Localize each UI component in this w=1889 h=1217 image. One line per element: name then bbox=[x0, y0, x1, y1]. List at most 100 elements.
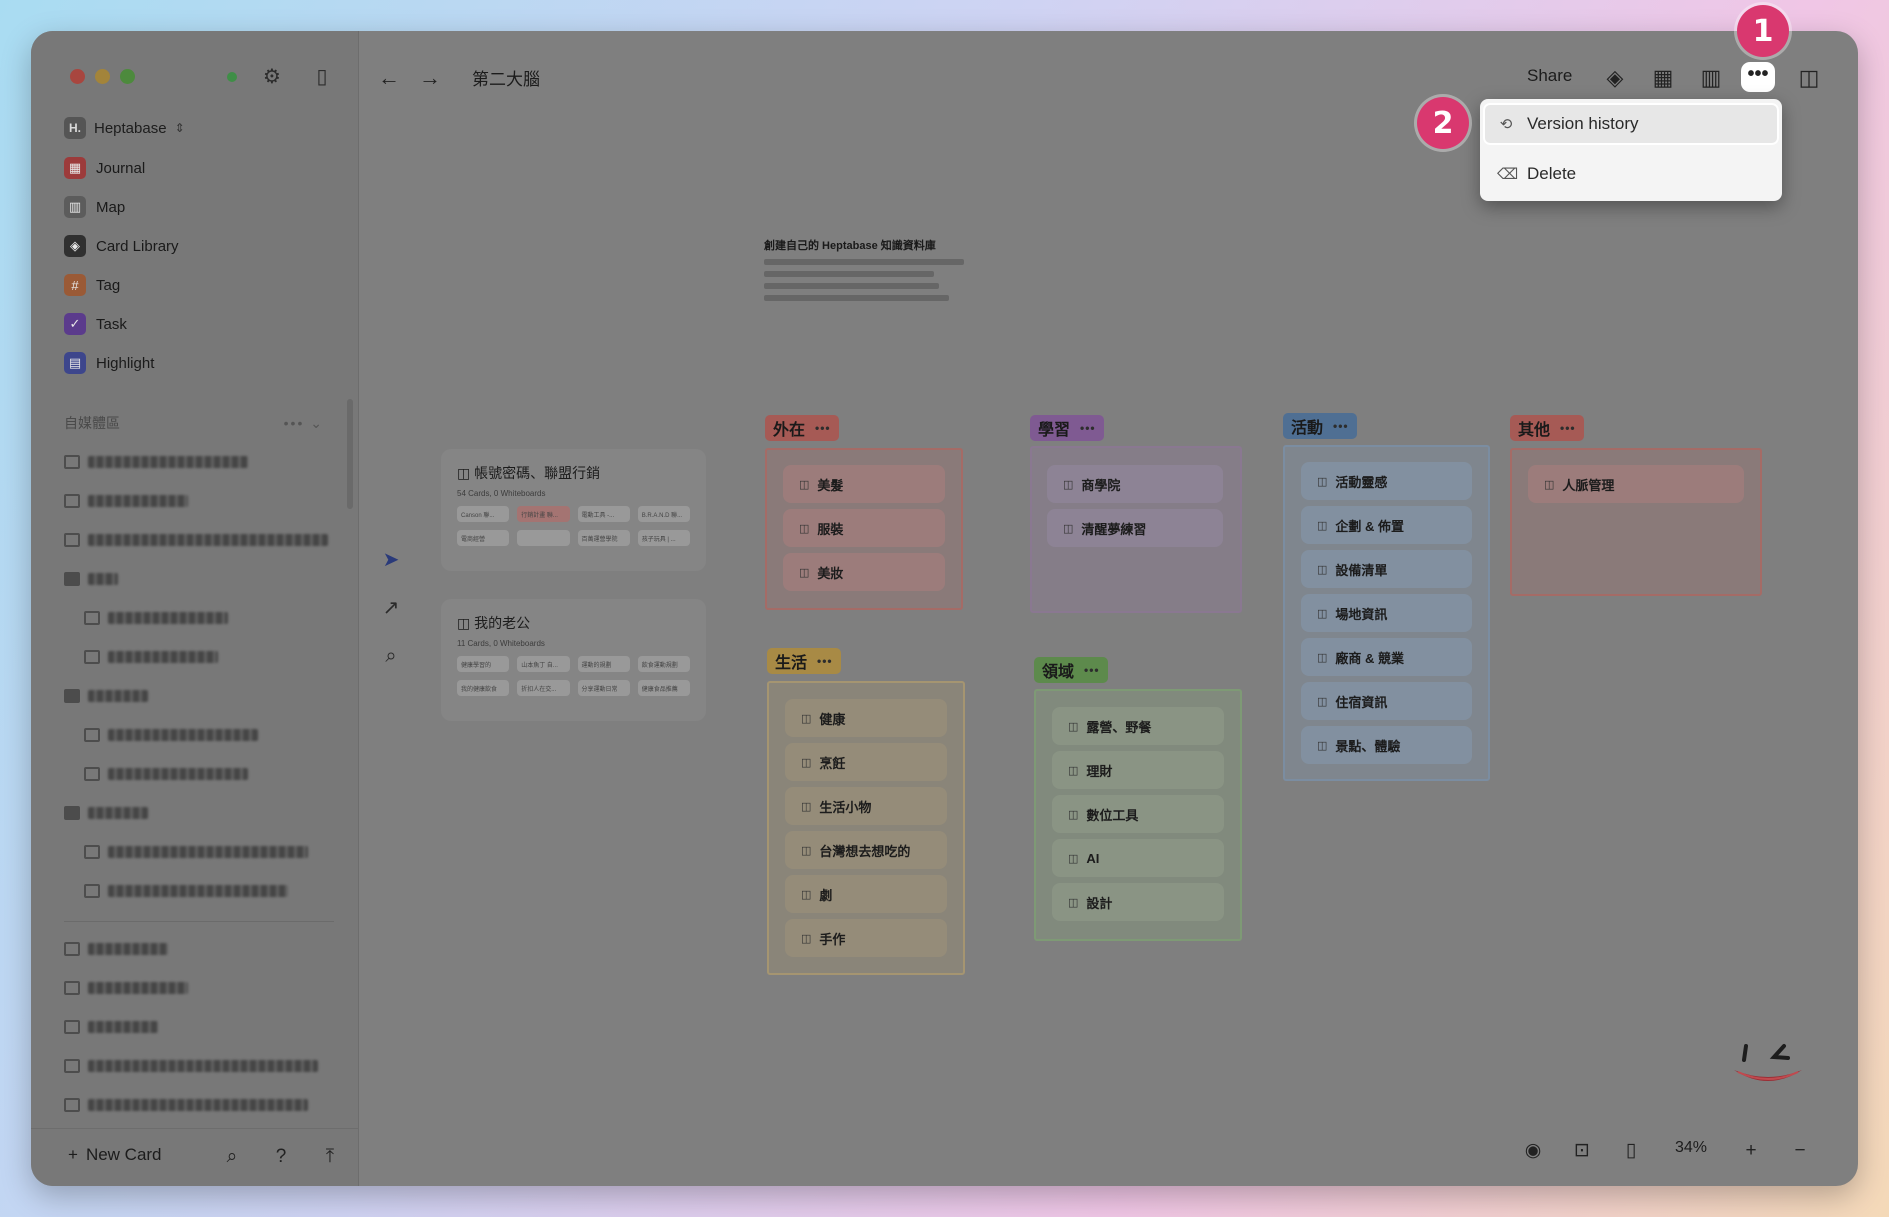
list-item[interactable] bbox=[64, 802, 148, 824]
search-icon[interactable]: ⌕ bbox=[220, 1145, 244, 1169]
more-options-button[interactable]: ••• bbox=[1741, 62, 1775, 92]
more-icon[interactable]: ••• bbox=[815, 421, 831, 435]
section-more-icon[interactable]: ••• ⌄ bbox=[284, 415, 324, 432]
new-card-button[interactable]: + New Card bbox=[68, 1145, 162, 1165]
calendar-icon[interactable]: ▦ bbox=[1649, 64, 1677, 92]
whiteboard-card[interactable]: ◫ 我的老公 11 Cards, 0 Whiteboards 健康學習的 山本魚… bbox=[441, 599, 706, 721]
arrow-tool-icon[interactable]: ↗ bbox=[377, 594, 405, 622]
card-chip[interactable]: 我的健康飲食 bbox=[457, 680, 510, 696]
group-card[interactable]: ◫ 手作 bbox=[785, 919, 947, 957]
card-chip[interactable]: 行銷計畫 聯... bbox=[517, 506, 570, 522]
list-item[interactable] bbox=[64, 938, 168, 960]
group-card[interactable]: ◫ 清醒夢練習 bbox=[1047, 509, 1223, 547]
group-card[interactable]: ◫ 烹飪 bbox=[785, 743, 947, 781]
list-item[interactable] bbox=[84, 763, 248, 785]
back-arrow-icon[interactable]: ← bbox=[375, 64, 403, 92]
card-chip[interactable]: 健康學習的 bbox=[457, 656, 510, 672]
group-card[interactable]: ◫ 美髮 bbox=[783, 465, 945, 503]
sidebar-scrollbar[interactable] bbox=[347, 399, 353, 509]
zoom-in-icon[interactable]: + bbox=[1738, 1138, 1764, 1164]
group-card[interactable]: ◫ 企劃 & 佈置 bbox=[1301, 506, 1472, 544]
more-icon[interactable]: ••• bbox=[1080, 421, 1096, 435]
group-card[interactable]: ◫ 人脈管理 bbox=[1528, 465, 1744, 503]
more-icon[interactable]: ••• bbox=[1560, 421, 1576, 435]
more-icon[interactable]: ••• bbox=[1333, 419, 1349, 433]
gear-icon[interactable]: ⚙ bbox=[260, 65, 284, 89]
list-item[interactable] bbox=[64, 1016, 158, 1038]
group-label-domain[interactable]: 領域 ••• bbox=[1034, 657, 1108, 683]
menu-item-version-history[interactable]: ⟲ Version history bbox=[1483, 103, 1779, 145]
sidebar-item-card-library[interactable]: ◈ Card Library bbox=[64, 231, 334, 261]
pointer-tool-icon[interactable]: ➤ bbox=[377, 546, 405, 574]
list-item[interactable] bbox=[84, 724, 258, 746]
list-item[interactable] bbox=[64, 490, 188, 512]
list-item[interactable] bbox=[64, 529, 328, 551]
group-label-other[interactable]: 其他 ••• bbox=[1510, 415, 1584, 441]
sidebar-item-tag[interactable]: # Tag bbox=[64, 270, 334, 300]
menu-item-delete[interactable]: ⌫ Delete bbox=[1483, 153, 1779, 195]
zoom-level[interactable]: 34% bbox=[1675, 1139, 1707, 1157]
card-chip[interactable]: 山本魚丁 自... bbox=[517, 656, 570, 672]
minimize-window-button[interactable] bbox=[95, 69, 110, 84]
maximize-window-button[interactable] bbox=[120, 69, 135, 84]
group-card[interactable]: ◫ 劇 bbox=[785, 875, 947, 913]
eye-icon[interactable]: ◉ bbox=[1520, 1138, 1546, 1164]
list-item[interactable] bbox=[64, 451, 248, 473]
group-label-life[interactable]: 生活 ••• bbox=[767, 648, 841, 674]
card-chip[interactable]: 百萬運營學院 bbox=[577, 530, 630, 546]
zoom-out-icon[interactable]: − bbox=[1787, 1138, 1813, 1164]
close-window-button[interactable] bbox=[70, 69, 85, 84]
group-card[interactable]: ◫ AI bbox=[1052, 839, 1224, 877]
group-label-learn[interactable]: 學習 ••• bbox=[1030, 415, 1104, 441]
list-item[interactable] bbox=[64, 977, 188, 999]
whiteboard-card[interactable]: ◫ 帳號密碼、聯盟行銷 54 Cards, 0 Whiteboards Cans… bbox=[441, 449, 706, 571]
share-button[interactable]: Share bbox=[1527, 66, 1572, 86]
card-chip[interactable]: B.R.A.N.D 聯... bbox=[637, 506, 690, 522]
list-item[interactable] bbox=[84, 607, 228, 629]
group-card[interactable]: ◫ 住宿資訊 bbox=[1301, 682, 1472, 720]
card-chip[interactable]: 電動工具 -... bbox=[577, 506, 630, 522]
sidebar-toggle-icon[interactable]: ▯ bbox=[310, 65, 334, 89]
forward-arrow-icon[interactable]: → bbox=[416, 64, 444, 92]
group-label-outer[interactable]: 外在 ••• bbox=[765, 415, 839, 441]
group-card[interactable]: ◫ 生活小物 bbox=[785, 787, 947, 825]
group-card[interactable]: ◫ 健康 bbox=[785, 699, 947, 737]
workspace-switcher[interactable]: H. Heptabase ⇕ bbox=[64, 114, 185, 142]
list-item[interactable] bbox=[64, 1094, 308, 1116]
card-chip[interactable]: 分享運動日常 bbox=[577, 680, 630, 696]
card-chip[interactable]: 運動的規劃 bbox=[577, 656, 630, 672]
section-header[interactable]: 自媒體區 ••• ⌄ bbox=[64, 409, 324, 437]
card-chip[interactable]: 折扣人在交... bbox=[517, 680, 570, 696]
layers-icon[interactable]: ◈ bbox=[1601, 64, 1629, 92]
group-card[interactable]: ◫ 景點、體驗 bbox=[1301, 726, 1472, 764]
card-chip[interactable]: 健康食品推薦 bbox=[637, 680, 690, 696]
card-chip[interactable]: Canson 聯... bbox=[457, 506, 510, 522]
right-panel-icon[interactable]: ◫ bbox=[1795, 64, 1823, 92]
group-card[interactable]: ◫ 服裝 bbox=[783, 509, 945, 547]
sidebar-item-journal[interactable]: ▦ Journal bbox=[64, 153, 334, 183]
sidebar-item-highlight[interactable]: ▤ Highlight bbox=[64, 348, 334, 378]
card-chip[interactable]: 飲食運動規劃 bbox=[637, 656, 690, 672]
list-item[interactable] bbox=[84, 841, 308, 863]
list-item[interactable] bbox=[84, 880, 288, 902]
mouse-icon[interactable]: ▯ bbox=[1618, 1138, 1644, 1164]
group-card[interactable]: ◫ 理財 bbox=[1052, 751, 1224, 789]
note-card[interactable]: 創建自己的 Heptabase 知識資料庫 bbox=[764, 237, 974, 317]
sidebar-item-map[interactable]: ▥ Map bbox=[64, 192, 334, 222]
card-chip[interactable]: 孩子玩具 | ... bbox=[637, 530, 690, 546]
list-item[interactable] bbox=[84, 646, 218, 668]
chevron-down-icon[interactable]: ⌄ bbox=[310, 415, 324, 431]
group-card[interactable]: ◫ 設計 bbox=[1052, 883, 1224, 921]
group-card[interactable]: ◫ 露營、野餐 bbox=[1052, 707, 1224, 745]
list-item[interactable] bbox=[64, 568, 118, 590]
list-item[interactable] bbox=[64, 685, 148, 707]
group-card[interactable]: ◫ 商學院 bbox=[1047, 465, 1223, 503]
search-icon[interactable]: ⌕ bbox=[377, 642, 405, 670]
group-card[interactable]: ◫ 場地資訊 bbox=[1301, 594, 1472, 632]
card-chip[interactable] bbox=[517, 530, 570, 546]
group-card[interactable]: ◫ 美妝 bbox=[783, 553, 945, 591]
group-card[interactable]: ◫ 廠商 & 競業 bbox=[1301, 638, 1472, 676]
mascot-icon[interactable] bbox=[1728, 1040, 1808, 1096]
group-card[interactable]: ◫ 數位工具 bbox=[1052, 795, 1224, 833]
list-item[interactable] bbox=[64, 1055, 318, 1077]
